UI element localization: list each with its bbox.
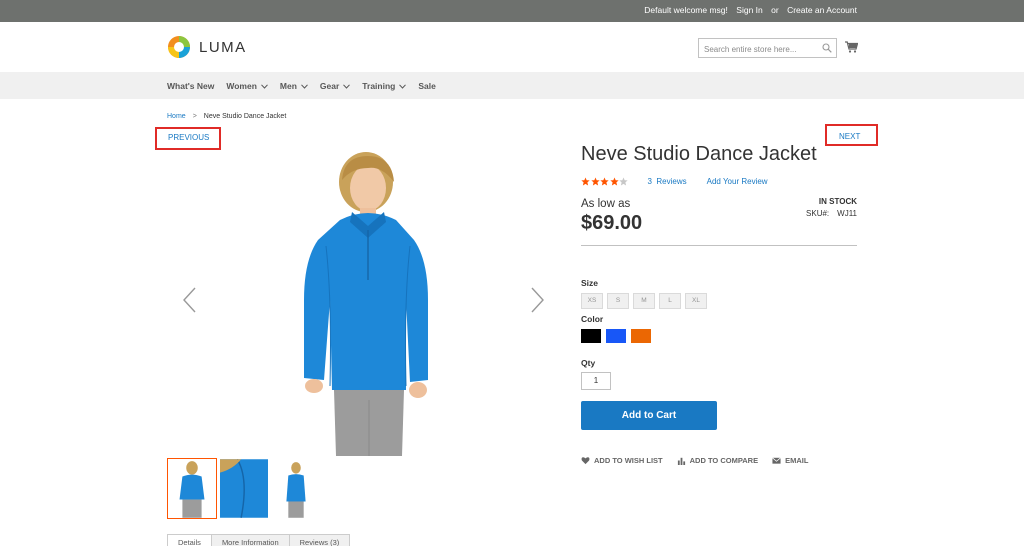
store-logo[interactable]: LUMA <box>167 35 247 59</box>
email-link[interactable]: EMAIL <box>772 456 808 465</box>
gallery-prev-arrow-icon[interactable] <box>181 287 199 313</box>
star-filled-icon <box>600 177 609 186</box>
product-main-image[interactable] <box>282 150 442 456</box>
compare-chart-icon <box>677 457 685 465</box>
stock-status: IN STOCK <box>818 197 857 206</box>
nav-label: Training <box>362 81 396 91</box>
tab-reviews[interactable]: Reviews (3) <box>288 534 351 546</box>
compare-label: ADD TO COMPARE <box>689 456 759 465</box>
size-options: XS S M L XL <box>581 293 711 309</box>
color-option-blue[interactable] <box>606 329 626 343</box>
sku-label: SKU#: <box>806 209 830 218</box>
size-option-xs[interactable]: XS <box>581 293 603 309</box>
nav-label: Sale <box>418 81 436 91</box>
luma-logo-icon <box>168 36 190 58</box>
chevron-down-icon <box>261 83 268 89</box>
size-option-l[interactable]: L <box>659 293 681 309</box>
star-filled-icon <box>609 177 619 186</box>
star-filled-icon <box>581 177 590 186</box>
size-option-s[interactable]: S <box>607 293 629 309</box>
thumbnail-1[interactable] <box>167 458 217 519</box>
main-navigation: What's New Women Men Gear Training Sale <box>0 72 1024 99</box>
add-review-link[interactable]: Add Your Review <box>707 177 768 186</box>
add-to-cart-button[interactable]: Add to Cart <box>581 401 717 430</box>
nav-label: What's New <box>167 81 215 91</box>
nav-item-sale[interactable]: Sale <box>418 81 436 91</box>
add-to-wishlist-link[interactable]: ADD TO WISH LIST <box>581 456 663 465</box>
qty-input[interactable]: 1 <box>581 372 611 390</box>
breadcrumb-separator: > <box>192 113 197 120</box>
thumbnail-image <box>272 459 320 518</box>
color-options <box>581 329 656 343</box>
logo-text: LUMA <box>199 38 247 56</box>
nav-label: Women <box>226 81 257 91</box>
cart-icon[interactable] <box>845 41 858 53</box>
gallery-next-arrow-icon[interactable] <box>528 287 546 313</box>
wishlist-label: ADD TO WISH LIST <box>594 456 663 465</box>
next-product-link[interactable]: NEXT <box>825 124 878 146</box>
thumbnail-3[interactable] <box>271 458 321 519</box>
search-box <box>698 38 837 59</box>
thumbnail-image <box>168 459 216 518</box>
chevron-down-icon <box>399 83 407 89</box>
product-social-actions: ADD TO WISH LIST ADD TO COMPARE EMAIL <box>581 456 822 465</box>
previous-product-link[interactable]: PREVIOUS <box>155 127 221 150</box>
thumbnail-image <box>220 459 268 518</box>
size-label: Size <box>581 278 599 288</box>
star-empty-icon <box>619 177 628 186</box>
sku-value: WJ11 <box>837 209 857 218</box>
nav-item-women[interactable]: Women <box>226 81 268 91</box>
product-price: $69.00 <box>581 212 643 234</box>
breadcrumb: Home > Neve Studio Dance Jacket <box>167 113 286 120</box>
chevron-down-icon <box>343 83 351 89</box>
reviews-label: Reviews <box>656 177 687 186</box>
nav-item-whats-new[interactable]: What's New <box>167 81 214 91</box>
breadcrumb-home-link[interactable]: Home <box>167 113 186 120</box>
search-input[interactable] <box>699 40 817 59</box>
nav-item-training[interactable]: Training <box>362 81 407 91</box>
nav-item-gear[interactable]: Gear <box>319 81 351 91</box>
heart-icon <box>581 457 590 465</box>
nav-item-men[interactable]: Men <box>280 81 308 91</box>
star-filled-icon <box>590 177 600 186</box>
reviews-count: 3 <box>647 177 652 186</box>
size-option-xl[interactable]: XL <box>685 293 707 309</box>
size-option-m[interactable]: M <box>633 293 655 309</box>
breadcrumb-current: Neve Studio Dance Jacket <box>203 113 287 120</box>
info-divider <box>581 245 857 246</box>
tab-more-information[interactable]: More Information <box>210 534 290 546</box>
product-rating: 3 Reviews Add Your Review <box>581 177 768 186</box>
create-account-link[interactable]: Create an Account <box>787 5 857 15</box>
reviews-link[interactable]: 3 Reviews <box>648 177 687 186</box>
chevron-down-icon <box>301 83 308 89</box>
header-links: Default welcome msg! Sign In or Create a… <box>638 5 857 15</box>
next-label: NEXT <box>839 132 861 141</box>
welcome-message: Default welcome msg! <box>644 5 728 15</box>
product-title: Neve Studio Dance Jacket <box>581 143 817 165</box>
thumbnail-2[interactable] <box>219 458 269 519</box>
color-label: Color <box>581 314 604 324</box>
top-panel: Default welcome msg! Sign In or Create a… <box>0 0 1024 22</box>
previous-label: PREVIOUS <box>168 133 210 142</box>
email-label: EMAIL <box>785 456 809 465</box>
or-text: or <box>771 5 779 15</box>
envelope-icon <box>772 457 781 464</box>
nav-label: Men <box>279 81 297 91</box>
add-to-compare-link[interactable]: ADD TO COMPARE <box>677 456 758 465</box>
sign-in-link[interactable]: Sign In <box>736 5 762 15</box>
color-option-orange[interactable] <box>631 329 651 343</box>
product-info-tabs: Details More Information Reviews (3) <box>167 534 351 546</box>
as-low-as-label: As low as <box>581 198 631 210</box>
nav-label: Gear <box>319 81 340 91</box>
rating-stars <box>581 177 629 186</box>
search-icon[interactable] <box>822 43 832 53</box>
qty-label: Qty <box>581 358 596 368</box>
color-option-black[interactable] <box>581 329 601 343</box>
product-sku: SKU#: WJ11 <box>806 209 857 218</box>
gallery-thumbnails <box>167 458 323 519</box>
tab-details[interactable]: Details <box>167 534 212 546</box>
